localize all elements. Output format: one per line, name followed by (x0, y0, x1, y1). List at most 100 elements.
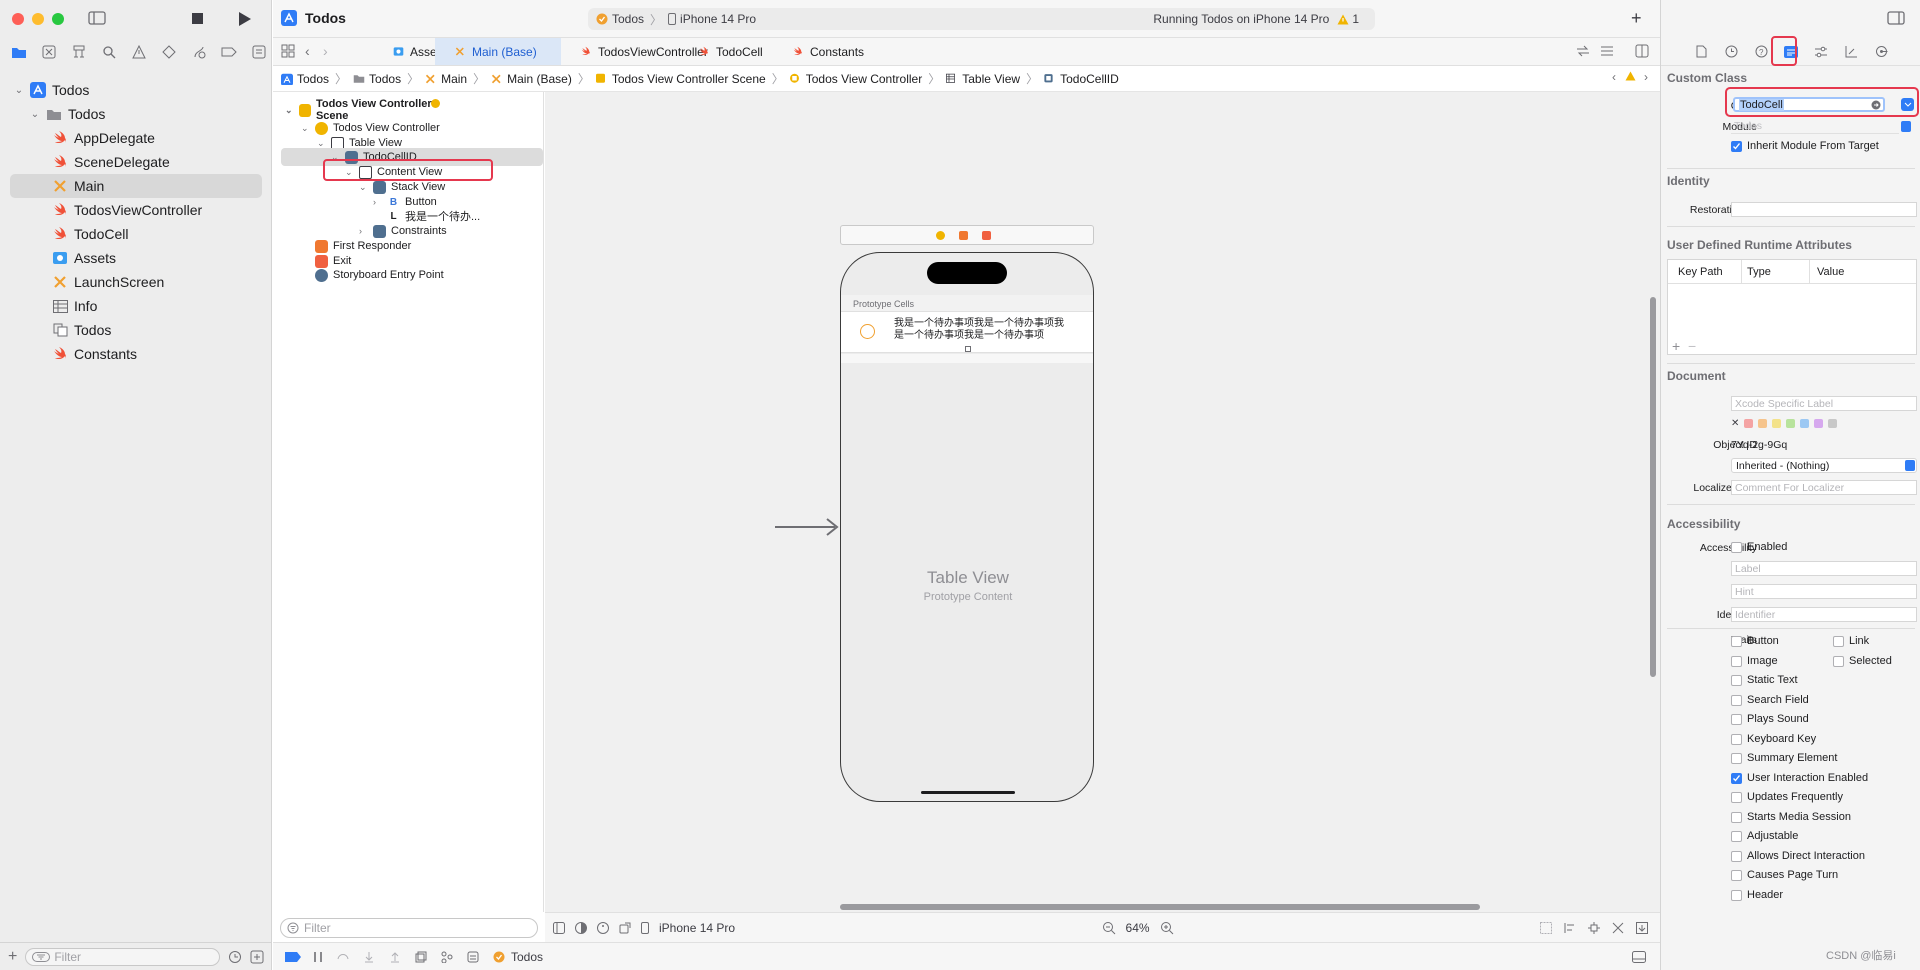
test-navigator-icon[interactable] (156, 40, 182, 64)
outline-item-entry-point[interactable]: Storyboard Entry Point (301, 266, 444, 284)
trait-button-checkbox[interactable] (1731, 636, 1742, 647)
prototype-cell[interactable]: 我是一个待办事项我是一个待办事项我 是一个待办事项我是一个待办事项 (841, 311, 1093, 353)
module-field[interactable]: Todos (1731, 120, 1899, 134)
stop-button[interactable] (192, 13, 203, 24)
exit-dock-icon[interactable] (982, 231, 991, 240)
size-inspector-icon[interactable] (1838, 41, 1864, 63)
attributes-inspector-icon[interactable] (1808, 41, 1834, 63)
breadcrumb-item[interactable]: Main (425, 72, 467, 86)
tab-constants[interactable]: Constants (773, 38, 883, 65)
source-control-filter-icon[interactable] (250, 950, 264, 964)
first-responder-dock-icon[interactable] (959, 231, 968, 240)
file-inspector-icon[interactable] (1688, 41, 1714, 63)
trait-keyboard-key-checkbox[interactable] (1731, 733, 1742, 745)
breakpoint-navigator-icon[interactable] (216, 40, 242, 64)
view-controller-dock-icon[interactable] (936, 231, 945, 240)
trait-updates-frequently-checkbox[interactable] (1731, 792, 1742, 803)
add-attribute-button[interactable]: + (1672, 338, 1680, 354)
navigator-filter-input[interactable]: Filter (25, 947, 220, 966)
warning-icon[interactable] (1625, 71, 1636, 81)
zoom-level[interactable]: 64% (1126, 921, 1150, 935)
history-inspector-icon[interactable] (1718, 41, 1744, 63)
tab-todocell[interactable]: TodoCell (679, 38, 773, 65)
resolve-layout-icon[interactable] (1612, 922, 1624, 934)
forward-button[interactable]: › (323, 43, 328, 59)
console-toggle-icon[interactable] (1632, 950, 1646, 963)
back-button[interactable]: ‹ (305, 43, 310, 59)
restoration-id-field[interactable] (1731, 202, 1917, 217)
disclosure-chevron-icon[interactable]: › (359, 226, 368, 236)
document-label-field[interactable]: Xcode Specific Label (1731, 396, 1917, 411)
iphone-scene[interactable]: Prototype Cells 我是一个待办事项我是一个待办事项我 是一个待办事… (840, 252, 1094, 802)
navigator-item-launchscreen[interactable]: LaunchScreen (0, 270, 272, 294)
align-icon[interactable] (1564, 922, 1576, 934)
outline-filter-input[interactable]: Filter (280, 918, 538, 938)
storyboard-canvas[interactable]: Prototype Cells 我是一个待办事项我是一个待办事项我 是一个待办事… (545, 92, 1660, 912)
next-issue-button[interactable]: › (1644, 70, 1648, 84)
inspector-toggle-icon[interactable] (1887, 10, 1905, 26)
trait-link-checkbox[interactable] (1833, 636, 1844, 647)
device-icon[interactable] (641, 921, 649, 934)
navigator-item-constants[interactable]: Constants (0, 342, 272, 366)
folder-navigator-icon[interactable] (6, 40, 32, 64)
navigator-item-todos[interactable]: ⌄ Todos (0, 78, 272, 102)
navigator-item-assets[interactable]: Assets (0, 246, 272, 270)
breadcrumb-item[interactable]: Table View (946, 72, 1020, 86)
blue-swatch[interactable] (1800, 419, 1810, 428)
symbol-navigator-icon[interactable] (66, 40, 92, 64)
horizontal-scrollbar[interactable] (840, 904, 1480, 910)
add-constraints-icon[interactable] (1588, 921, 1600, 934)
purple-swatch[interactable] (1814, 419, 1824, 428)
trait-selected-checkbox[interactable] (1833, 655, 1844, 667)
breadcrumb-item[interactable]: Main (Base) (491, 72, 572, 86)
close-window-button[interactable] (12, 13, 24, 25)
breadcrumb-item[interactable]: TodoCellID (1044, 72, 1119, 86)
trait-static-text-checkbox[interactable] (1731, 675, 1742, 686)
todo-circle-button[interactable] (860, 324, 875, 339)
orientation-icon[interactable] (619, 922, 631, 934)
debug-navigator-icon[interactable] (186, 40, 212, 64)
outline-item-scene[interactable]: ⌄ Todos View Controller Scene (285, 98, 460, 122)
scene-dock[interactable] (840, 225, 1094, 245)
breadcrumb-item[interactable]: Todos (281, 72, 329, 86)
scheme-selector[interactable]: Todos (596, 12, 644, 26)
class-dropdown-button[interactable] (1901, 98, 1914, 111)
recent-files-icon[interactable] (228, 950, 242, 964)
add-icon[interactable]: + (8, 948, 17, 966)
accessibility-icon[interactable] (597, 921, 609, 934)
vertical-scrollbar[interactable] (1650, 297, 1656, 677)
module-dropdown-button[interactable] (1901, 121, 1911, 132)
minimize-window-button[interactable] (32, 13, 44, 25)
breakpoints-toggle-icon[interactable] (285, 951, 301, 962)
green-swatch[interactable] (1786, 419, 1796, 428)
trait-plays-sound-checkbox[interactable] (1731, 714, 1742, 725)
breadcrumb-item[interactable]: Todos View Controller (789, 72, 922, 86)
trait-causes-page-turn-checkbox[interactable] (1731, 870, 1742, 881)
navigator-item-info[interactable]: Info (0, 294, 272, 318)
navigator-item-main[interactable]: Main (10, 174, 262, 198)
source-control-icon[interactable] (36, 40, 62, 64)
code-review-icon[interactable] (1576, 45, 1590, 57)
clear-label-icon[interactable]: ✕ (1731, 418, 1739, 429)
previous-issue-button[interactable]: ‹ (1612, 70, 1616, 84)
trait-starts-media-session-checkbox[interactable] (1731, 811, 1742, 823)
navigator-item-todosviewcontroller[interactable]: TodosViewController (0, 198, 272, 222)
navigator-item-appdelegate[interactable]: AppDelegate (0, 126, 272, 150)
disclosure-chevron-icon[interactable]: ⌄ (317, 138, 326, 149)
view-debugger-icon[interactable] (415, 951, 427, 963)
debug-target[interactable]: Todos (493, 950, 543, 964)
report-navigator-icon[interactable] (246, 40, 272, 64)
step-out-icon[interactable] (389, 951, 401, 963)
disclosure-chevron-icon[interactable]: ⌄ (301, 123, 310, 134)
sidebar-toggle-icon[interactable] (88, 10, 106, 26)
tab-assets[interactable]: Assets (373, 38, 446, 65)
acc-hint-field[interactable]: Hint (1731, 584, 1917, 599)
yellow-swatch[interactable] (1772, 419, 1782, 428)
remove-attribute-button[interactable]: − (1688, 338, 1696, 354)
disclosure-chevron-icon[interactable]: › (373, 197, 382, 207)
gray-swatch[interactable] (1828, 419, 1838, 428)
accessibility-enabled-checkbox[interactable] (1731, 542, 1742, 553)
inherit-module-checkbox[interactable] (1731, 141, 1742, 152)
disclosure-chevron-icon[interactable]: ⌄ (359, 182, 368, 193)
trait-adjustable-checkbox[interactable] (1731, 831, 1742, 842)
